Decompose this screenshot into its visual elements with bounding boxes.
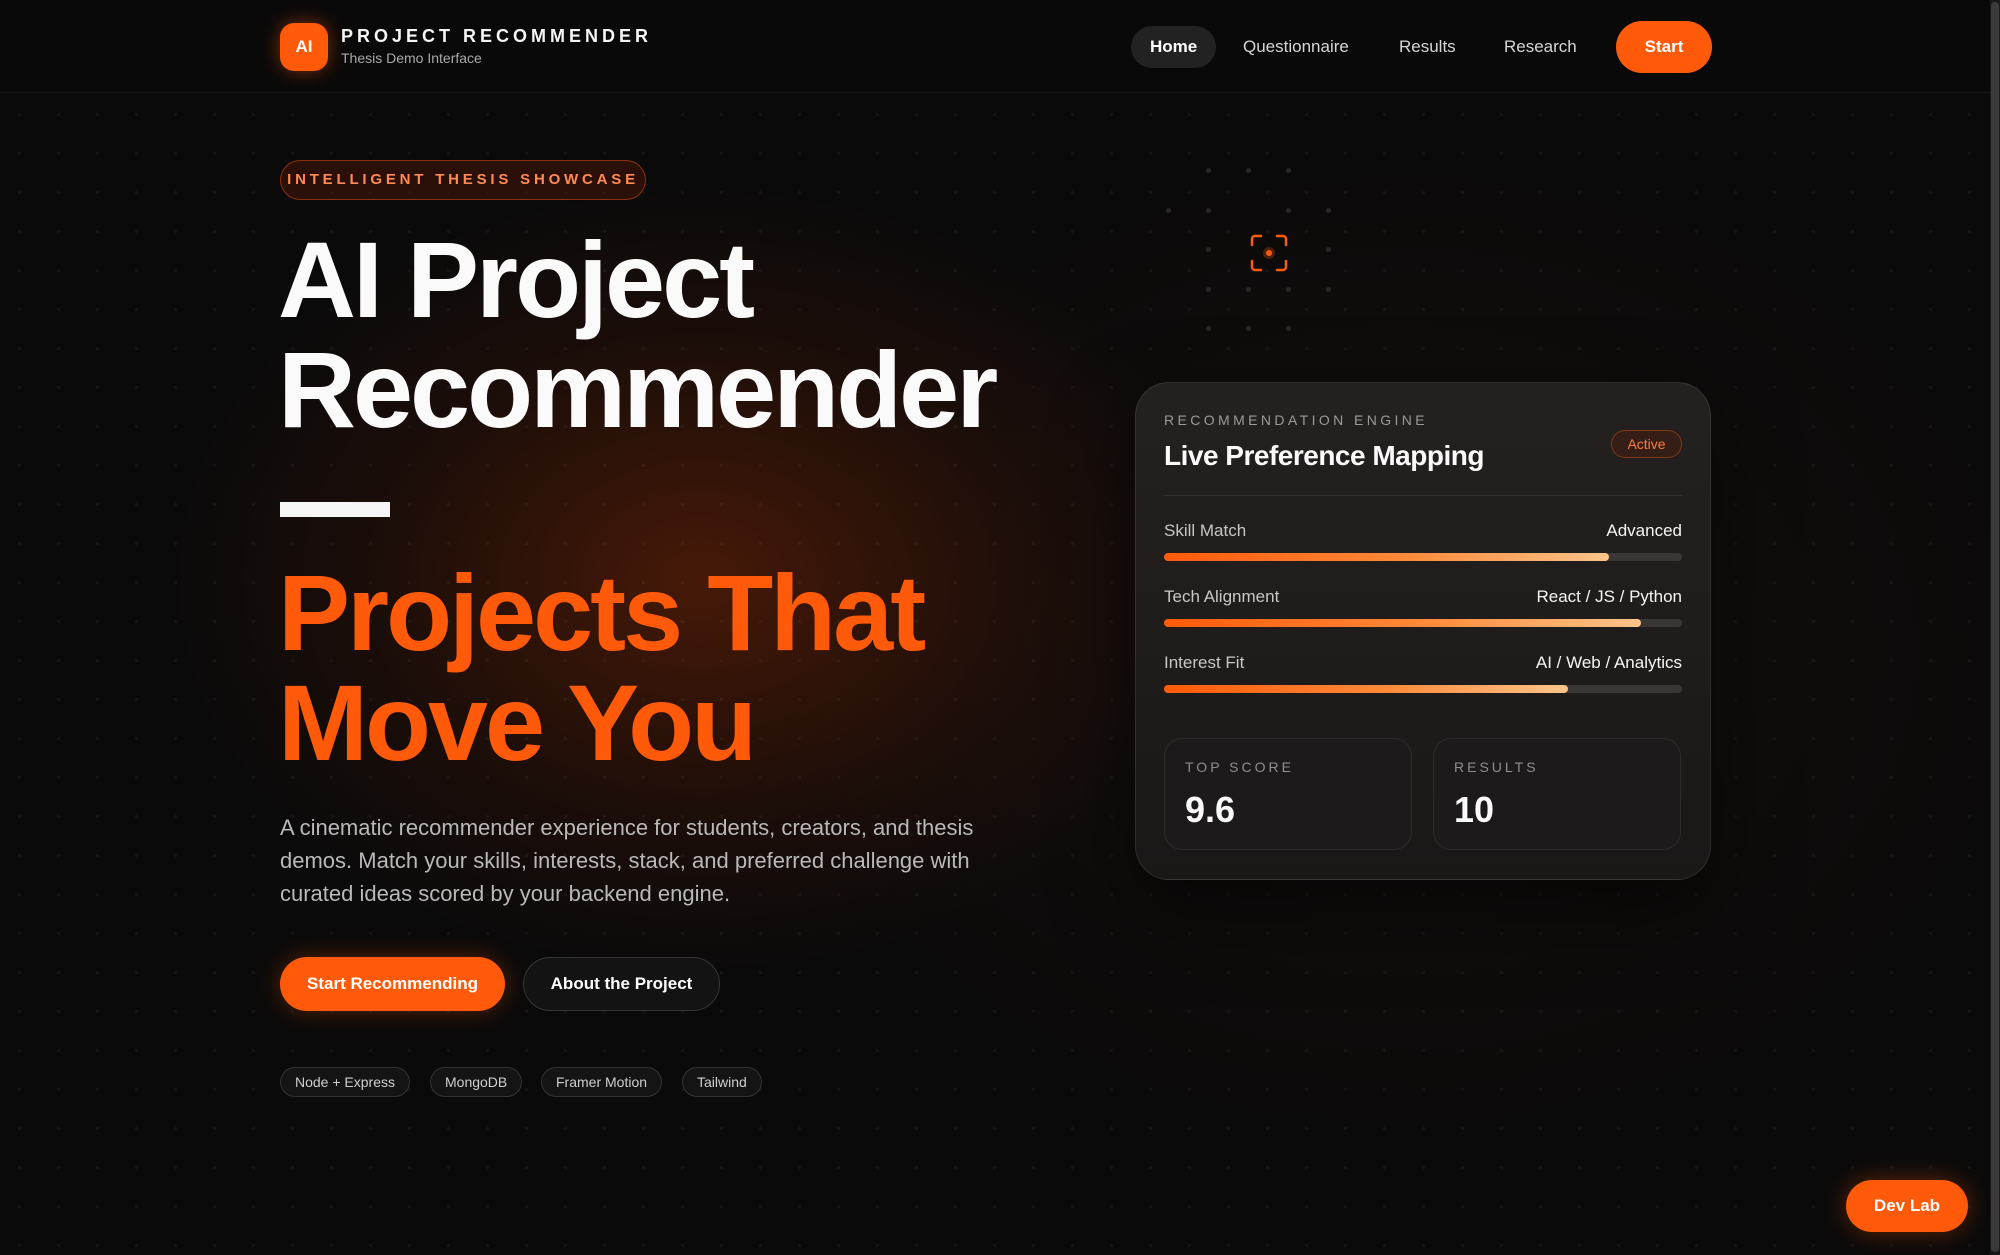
nav-link-questionnaire[interactable]: Questionnaire bbox=[1224, 26, 1368, 68]
nav-start-button[interactable]: Start bbox=[1616, 21, 1712, 73]
hero-eyebrow-pill: INTELLIGENT THESIS SHOWCASE bbox=[280, 160, 646, 200]
hero-title-line1: AI Project bbox=[278, 219, 755, 340]
dev-lab-button[interactable]: Dev Lab bbox=[1846, 1180, 1968, 1232]
progress-track-interest-fit bbox=[1164, 685, 1682, 693]
focus-target-icon bbox=[1250, 234, 1288, 272]
card-title: Live Preference Mapping bbox=[1164, 440, 1484, 471]
recommendation-engine-card: RECOMMENDATION ENGINE Live Preference Ma… bbox=[1135, 382, 1711, 880]
stat-box-top-score: TOP SCORE 9.6 bbox=[1164, 738, 1412, 850]
nav-link-home[interactable]: Home bbox=[1131, 26, 1217, 68]
metric-label-skill-match: Skill Match bbox=[1164, 521, 1247, 540]
logo-badge[interactable]: AI bbox=[280, 23, 328, 71]
brand-subtitle: Thesis Demo Interface bbox=[341, 50, 482, 66]
progress-fill-interest-fit bbox=[1164, 685, 1569, 693]
start-recommending-button[interactable]: Start Recommending bbox=[280, 957, 505, 1011]
scrollbar-thumb[interactable] bbox=[1991, 2, 1999, 1252]
metric-label-tech-alignment: Tech Alignment bbox=[1164, 587, 1280, 606]
tech-tag: MongoDB bbox=[430, 1067, 523, 1097]
tech-tag: Tailwind bbox=[682, 1067, 762, 1097]
stat-value-results: 10 bbox=[1454, 789, 1495, 830]
hero-title-line2: Recommender bbox=[278, 329, 998, 450]
progress-fill-tech-alignment bbox=[1164, 619, 1641, 627]
progress-track-skill-match bbox=[1164, 553, 1682, 561]
tech-tag: Framer Motion bbox=[541, 1067, 663, 1097]
metric-label-interest-fit: Interest Fit bbox=[1164, 653, 1245, 672]
page-scrollbar[interactable] bbox=[1990, 0, 2000, 1255]
stat-label-results: RESULTS bbox=[1454, 759, 1539, 775]
nav-link-research[interactable]: Research bbox=[1485, 26, 1596, 68]
hero-tagline-line1: Projects That bbox=[278, 552, 926, 673]
card-eyebrow: RECOMMENDATION ENGINE bbox=[1164, 412, 1429, 428]
top-nav: AI PROJECT RECOMMENDER Thesis Demo Inter… bbox=[0, 0, 1990, 93]
metric-value-tech-alignment: React / JS / Python bbox=[1536, 587, 1682, 606]
about-project-button[interactable]: About the Project bbox=[523, 957, 720, 1011]
stat-box-results: RESULTS 10 bbox=[1433, 738, 1681, 850]
hero-tagline-line2: Move You bbox=[278, 662, 757, 783]
title-divider-bar bbox=[280, 502, 390, 517]
progress-track-tech-alignment bbox=[1164, 619, 1682, 627]
hero-title: AI Project Recommender bbox=[278, 225, 1078, 445]
stat-label-top-score: TOP SCORE bbox=[1185, 759, 1294, 775]
tech-tag: Node + Express bbox=[280, 1067, 410, 1097]
card-divider bbox=[1164, 495, 1682, 496]
metric-value-interest-fit: AI / Web / Analytics bbox=[1535, 653, 1682, 672]
stat-value-top-score: 9.6 bbox=[1185, 789, 1236, 830]
nav-link-results[interactable]: Results bbox=[1380, 26, 1475, 68]
status-badge: Active bbox=[1611, 430, 1682, 458]
metric-value-skill-match: Advanced bbox=[1606, 521, 1682, 540]
progress-fill-skill-match bbox=[1164, 553, 1610, 561]
hero-tagline: Projects That Move You bbox=[278, 558, 1078, 778]
brand-title: PROJECT RECOMMENDER bbox=[341, 26, 653, 46]
hero-description: A cinematic recommender experience for s… bbox=[280, 815, 974, 906]
